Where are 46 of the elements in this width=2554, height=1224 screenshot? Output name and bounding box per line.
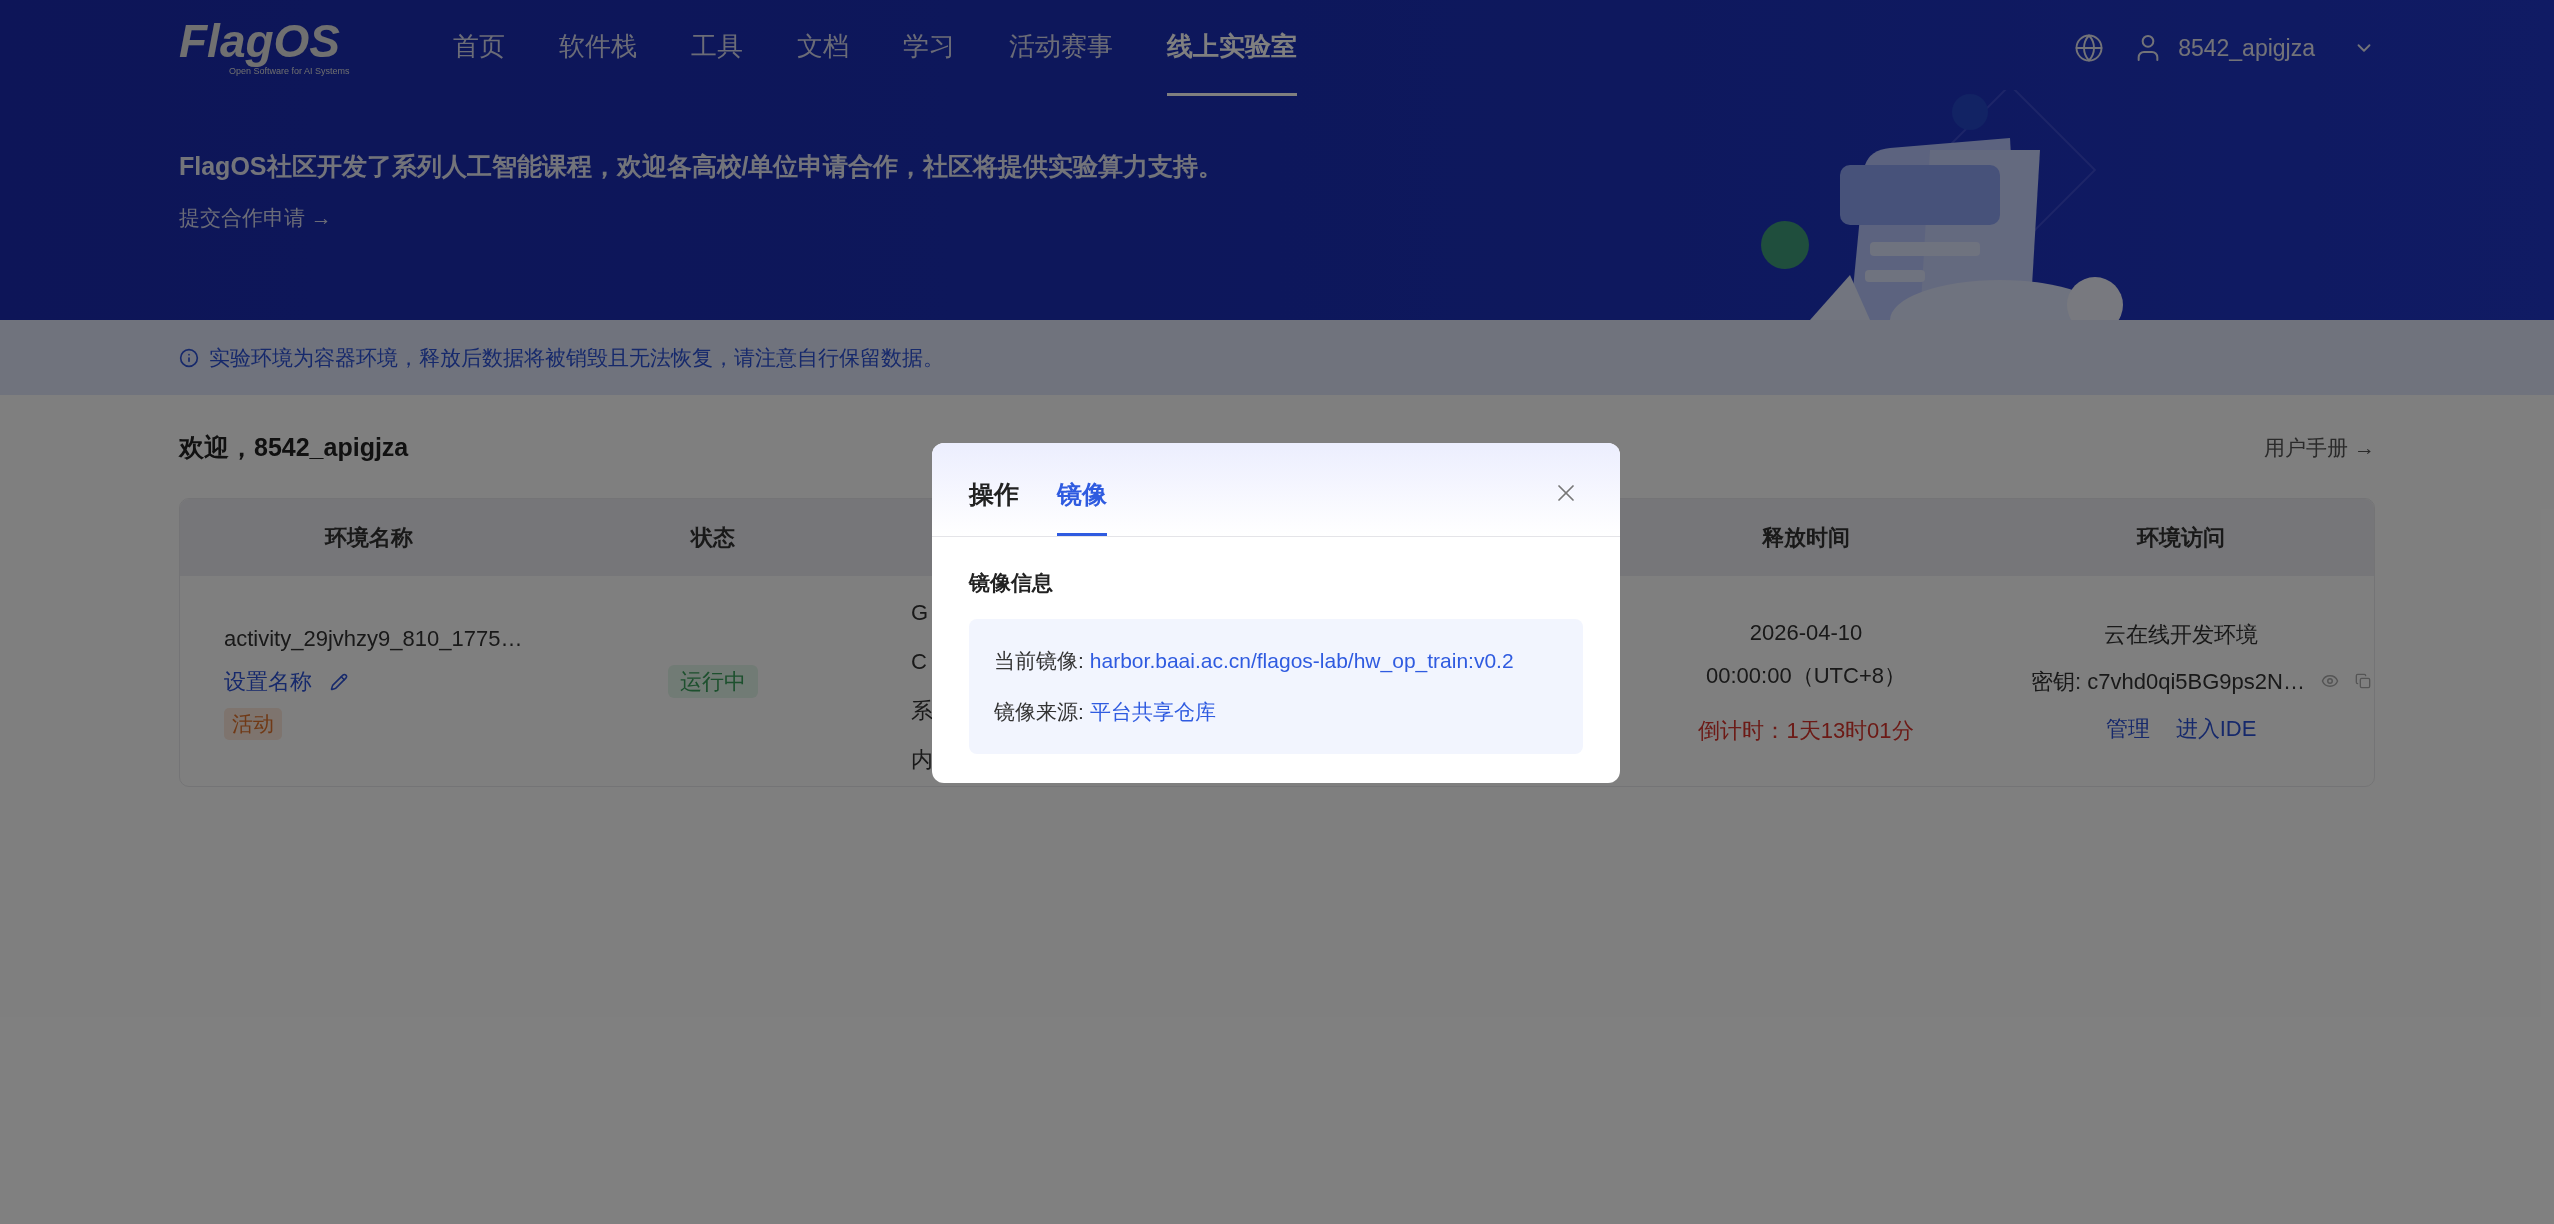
user-name[interactable]: 8542_apigjza xyxy=(2178,30,2315,66)
release-date: 2026-04-10 xyxy=(1749,618,1863,647)
nav-tab[interactable]: 线上实验室 xyxy=(1167,0,1297,96)
welcome-title: 欢迎，8542_apigjza xyxy=(179,432,409,464)
apply-link[interactable]: 提交合作申请 → xyxy=(179,201,332,233)
tag: 活动 xyxy=(224,708,282,740)
logo[interactable]: FlagOS xyxy=(179,17,341,66)
edit-icon xyxy=(330,672,348,691)
field-value-link[interactable]: 平台共享仓库 xyxy=(1089,696,1216,728)
rename-link[interactable]: 设置名称 xyxy=(224,665,348,699)
countdown-text: 倒计时：1天13时01分 xyxy=(1698,716,1914,745)
field-label: 镜像来源: xyxy=(994,699,1084,725)
nav-tab[interactable]: 文档 xyxy=(797,0,849,96)
spec-text: G xyxy=(911,599,929,627)
nav-tab[interactable]: 学习 xyxy=(903,0,955,96)
nav-tab[interactable]: 首页 xyxy=(453,0,505,96)
spec-text: C xyxy=(911,648,927,676)
logo-tagline: Open Software for AI Systems xyxy=(229,66,350,79)
nav-tab[interactable]: 工具 xyxy=(691,0,743,96)
access-type: 云在线开发环境 xyxy=(2104,620,2258,649)
info-icon xyxy=(179,347,199,368)
environment-name: activity_29jvhzy9_810_1775… xyxy=(224,625,523,654)
spec-text: 系 xyxy=(911,697,933,725)
copy-icon[interactable] xyxy=(2354,673,2371,689)
notice-text: 实验环境为容器环境，释放后数据将被销毁且无法恢复，请注意自行保留数据。 xyxy=(209,344,944,371)
field-label: 当前镜像: xyxy=(994,647,1084,674)
dialog-tab[interactable]: 镜像 xyxy=(1057,475,1107,536)
action-link[interactable]: 进入IDE xyxy=(2175,711,2257,745)
field-value-link[interactable]: harbor.baai.ac.cn/flagos-lab/hw_op_train:v0.2 xyxy=(1089,644,1514,676)
hero-headline: FlagOS社区开发了系列人工智能课程，欢迎各高校/单位申请合作，社区将提供实验算力支持。 xyxy=(179,151,1224,182)
nav-tab[interactable]: 软件栈 xyxy=(559,0,637,96)
column-header: 释放时间 xyxy=(1762,524,1850,552)
secret-key: 密钥: c7vhd0qi5BG9ps2N… xyxy=(2031,664,2305,698)
eye-icon[interactable] xyxy=(2320,672,2339,690)
spec-text: 内 xyxy=(911,746,933,774)
action-link[interactable]: 管理 xyxy=(2105,711,2150,745)
language-icon[interactable] xyxy=(2074,33,2105,63)
status-label: 运行中 xyxy=(668,664,758,698)
release-time: 00:00:00（UTC+8） xyxy=(1706,661,1906,690)
section-title: 镜像信息 xyxy=(969,570,1053,596)
column-header: 状态 xyxy=(691,524,735,552)
user-manual-link[interactable]: 用户手册 → xyxy=(2264,432,2375,464)
column-header: 环境名称 xyxy=(325,524,413,552)
nav-tab[interactable]: 活动赛事 xyxy=(1009,0,1113,96)
dialog-tab[interactable]: 操作 xyxy=(969,475,1019,536)
column-header: 环境访问 xyxy=(2137,524,2225,552)
